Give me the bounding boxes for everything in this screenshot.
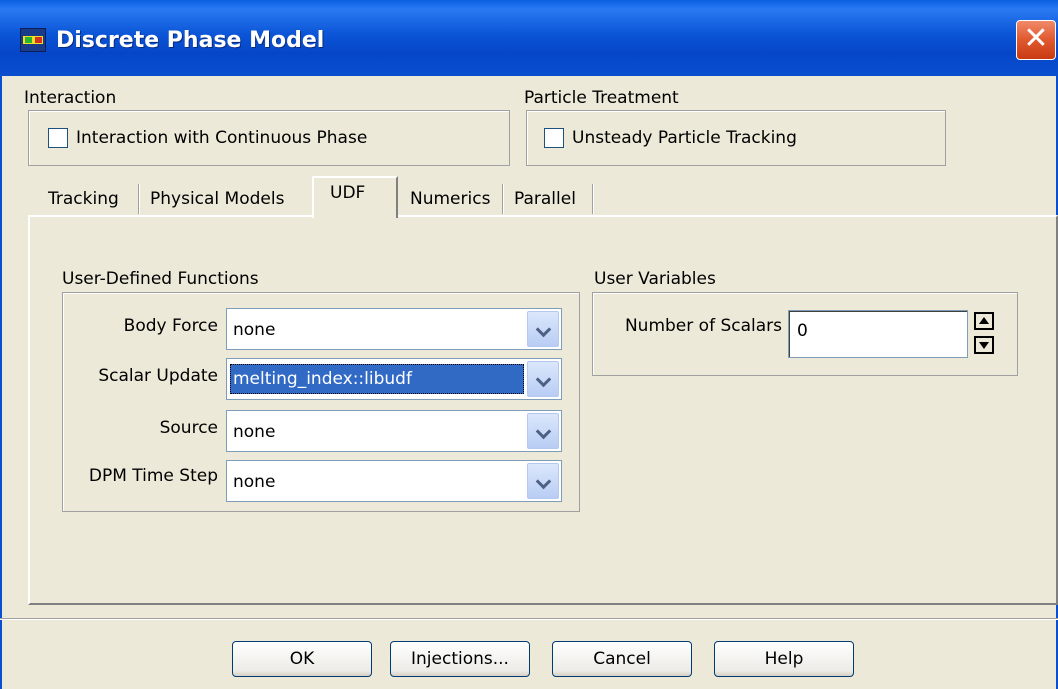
help-button[interactable]: Help [714, 641, 854, 677]
close-button[interactable]: ✕ [1016, 20, 1056, 60]
button-divider [0, 618, 1058, 620]
chevron-down-icon[interactable] [527, 463, 559, 499]
dpm-time-step-label: DPM Time Step [88, 466, 218, 486]
user-variables-group-label: User Variables [594, 269, 716, 289]
fluent-app-icon [20, 28, 46, 52]
tab-parallel[interactable]: Parallel [510, 182, 580, 216]
dpm-dialog: Discrete Phase Model ✕ Interaction Inter… [0, 0, 1058, 689]
window-border-left [0, 76, 2, 689]
body-force-label: Body Force [123, 316, 218, 336]
interaction-checkbox-label[interactable]: Interaction with Continuous Phase [76, 128, 367, 148]
tab-physical-models[interactable]: Physical Models [146, 182, 288, 216]
spin-up-icon[interactable] [974, 312, 994, 330]
particle-treatment-group-label: Particle Treatment [524, 88, 679, 108]
scalar-update-dropdown[interactable]: melting_index::libudf [226, 358, 562, 400]
tab-numerics[interactable]: Numerics [406, 182, 494, 216]
injections-button[interactable]: Injections... [390, 641, 530, 677]
unsteady-tracking-checkbox-label[interactable]: Unsteady Particle Tracking [572, 128, 797, 148]
dpm-time-step-dropdown[interactable]: none [226, 460, 562, 502]
number-of-scalars-input[interactable]: 0 [788, 310, 968, 358]
chevron-down-icon[interactable] [527, 311, 559, 347]
tab-separator [592, 184, 594, 214]
dpm-time-step-value: none [233, 472, 276, 492]
tab-udf[interactable]: UDF [326, 176, 369, 210]
number-of-scalars-label: Number of Scalars [624, 316, 782, 336]
tab-separator [138, 184, 140, 214]
window-title: Discrete Phase Model [56, 28, 325, 53]
chevron-down-icon[interactable] [527, 413, 559, 449]
tab-separator [502, 184, 504, 214]
chevron-down-icon[interactable] [527, 361, 559, 397]
close-icon: ✕ [1023, 21, 1049, 56]
source-dropdown[interactable]: none [226, 410, 562, 452]
interaction-checkbox[interactable] [48, 128, 68, 148]
body-force-value: none [233, 320, 276, 340]
scalar-update-value: melting_index::libudf [230, 364, 524, 394]
interaction-group-label: Interaction [24, 88, 117, 108]
source-value: none [233, 422, 276, 442]
source-label: Source [159, 418, 218, 438]
ok-button[interactable]: OK [232, 641, 372, 677]
body-force-dropdown[interactable]: none [226, 308, 562, 350]
spin-down-icon[interactable] [974, 336, 994, 354]
title-bar[interactable]: Discrete Phase Model ✕ [0, 0, 1058, 76]
unsteady-tracking-checkbox[interactable] [544, 128, 564, 148]
tab-tracking[interactable]: Tracking [44, 182, 123, 216]
cancel-button[interactable]: Cancel [552, 641, 692, 677]
scalar-update-label: Scalar Update [98, 366, 218, 386]
udf-group-label: User-Defined Functions [62, 269, 259, 289]
